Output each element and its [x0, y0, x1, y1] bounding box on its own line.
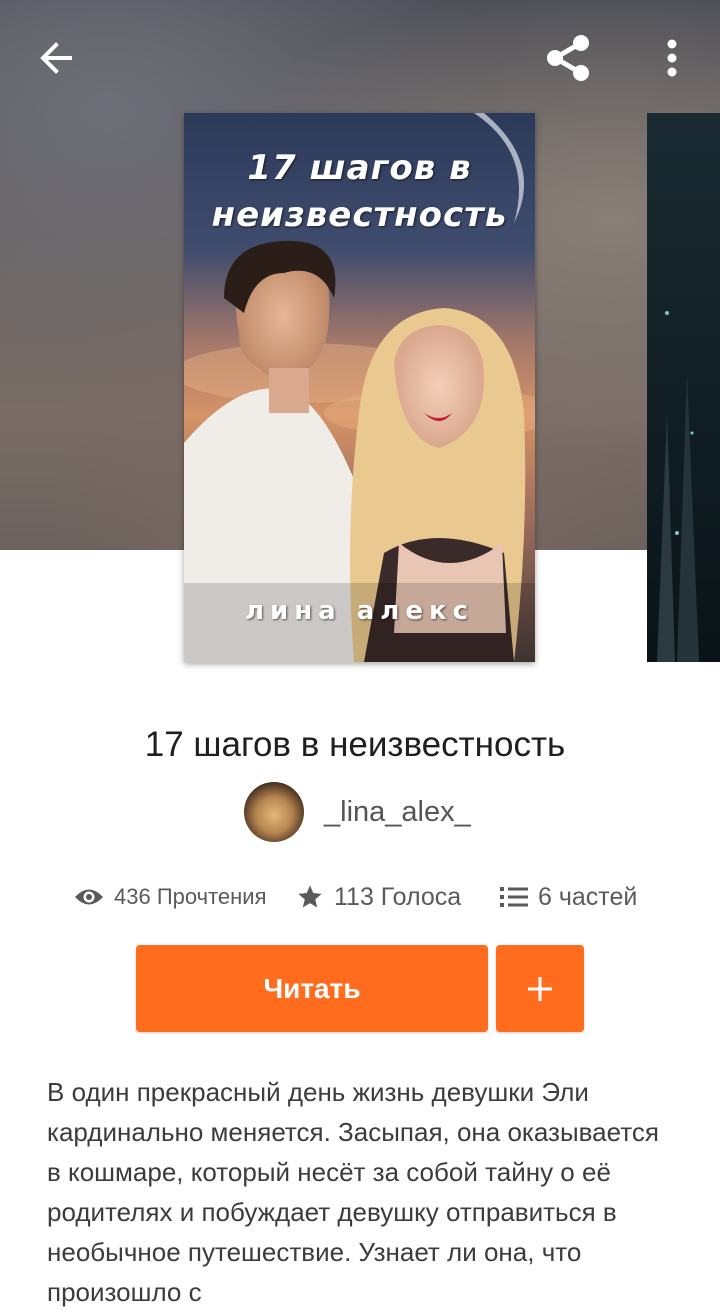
- cover-title-line-1: 17 шагов в: [247, 148, 472, 188]
- author-row[interactable]: _lina_alex_: [244, 782, 471, 842]
- reads-stat: 436 Прочтения: [74, 872, 267, 922]
- story-title: 17 шагов в неизвестность: [144, 725, 566, 765]
- plus-icon: [528, 976, 552, 1001]
- story-description: В один прекрасный день жизнь девушки Эли…: [47, 1077, 659, 1307]
- votes-count: 113 Голоса: [334, 882, 462, 911]
- share-icon: [547, 35, 589, 81]
- votes-stat: 113 Голоса: [296, 872, 461, 922]
- read-button[interactable]: Читать: [136, 945, 488, 1032]
- add-to-library-button[interactable]: [496, 945, 584, 1032]
- back-button[interactable]: [24, 28, 88, 88]
- author-avatar[interactable]: [244, 782, 304, 842]
- eye-icon: [75, 889, 103, 905]
- next-book-cover[interactable]: [647, 113, 720, 662]
- list-icon: [500, 887, 528, 907]
- reads-count: 436 Прочтения: [114, 884, 267, 909]
- author-name[interactable]: _lina_alex_: [324, 796, 471, 829]
- top-app-bar: [0, 0, 720, 112]
- arrow-left-icon: [40, 42, 72, 74]
- star-icon: [298, 885, 322, 908]
- cover-author: лина алекс: [244, 596, 475, 626]
- book-cover[interactable]: 17 шагов в неизвестность лина алекс: [184, 113, 535, 662]
- share-button[interactable]: [536, 26, 600, 90]
- next-cover-artwork: [657, 311, 699, 662]
- parts-count: 6 частей: [538, 882, 638, 911]
- parts-stat: 6 частей: [500, 872, 637, 922]
- story-stats: 436 Прочтения 113 Голоса 6 частей: [0, 872, 720, 922]
- cover-title-line-2: неизвестность: [211, 195, 508, 235]
- more-vertical-icon: [667, 39, 677, 77]
- more-options-button[interactable]: [646, 28, 698, 88]
